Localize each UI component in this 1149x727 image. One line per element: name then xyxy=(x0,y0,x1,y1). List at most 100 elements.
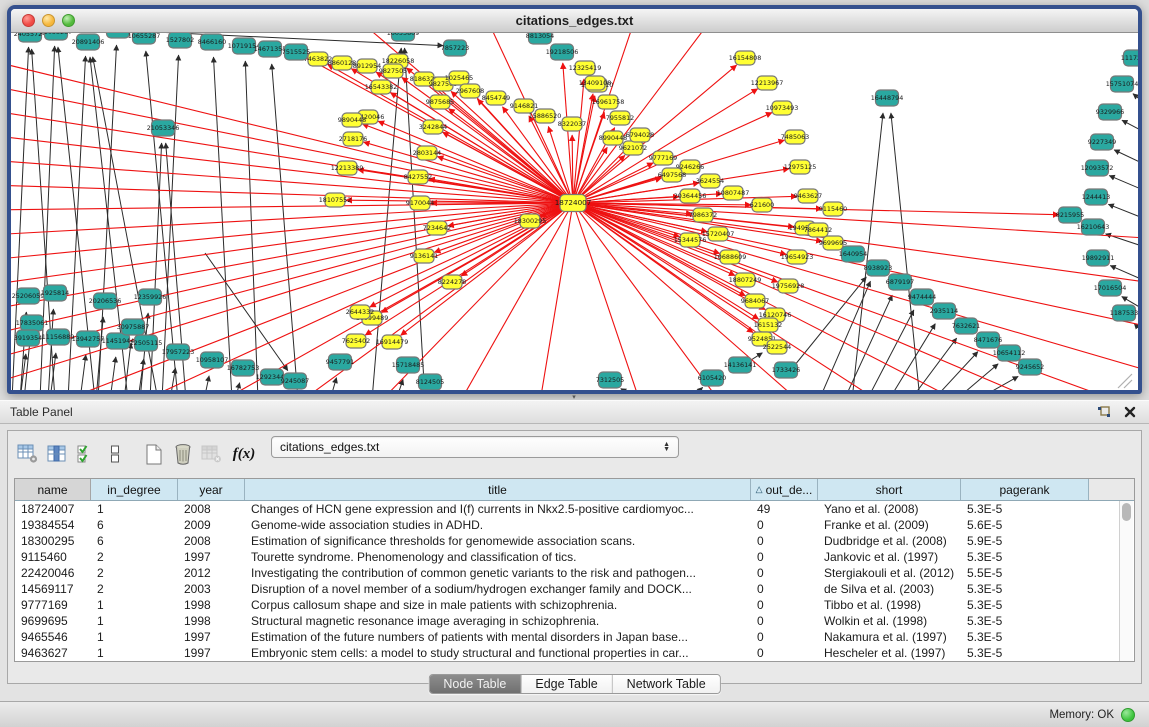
table-cell[interactable]: 2 xyxy=(91,550,178,564)
table-cell[interactable]: 2 xyxy=(91,582,178,596)
table-cell[interactable]: 0 xyxy=(751,614,818,628)
table-row[interactable]: 2242004622012Investigating the contribut… xyxy=(15,565,1134,581)
table-cell[interactable]: Embryonic stem cells: a model to study s… xyxy=(245,646,751,660)
table-scrollbar-thumb[interactable] xyxy=(1122,503,1131,521)
table-cell[interactable]: 0 xyxy=(751,566,818,580)
table-cell[interactable]: 18724007 xyxy=(15,502,91,516)
table-cell[interactable]: 9777169 xyxy=(15,598,91,612)
table-cell[interactable]: 5.6E-5 xyxy=(961,518,1089,532)
create-table-icon[interactable] xyxy=(140,441,167,467)
table-cell[interactable]: Structural magnetic resonance image aver… xyxy=(245,614,751,628)
table-cell[interactable]: 14569117 xyxy=(15,582,91,596)
table-cell[interactable]: 1998 xyxy=(178,614,245,628)
delete-columns-icon[interactable] xyxy=(198,441,225,467)
table-cell[interactable]: 6 xyxy=(91,518,178,532)
select-columns-icon[interactable] xyxy=(72,441,99,467)
table-cell[interactable]: 5.3E-5 xyxy=(961,598,1089,612)
table-cell[interactable]: Changes of HCN gene expression and I(f) … xyxy=(245,502,751,516)
table-row[interactable]: 1872400712008Changes of HCN gene express… xyxy=(15,501,1134,517)
table-cell[interactable]: 9465546 xyxy=(15,630,91,644)
table-row[interactable]: 1456911722003Disruption of a novel membe… xyxy=(15,581,1134,597)
table-cell[interactable]: 5.5E-5 xyxy=(961,566,1089,580)
table-cell[interactable]: Franke et al. (2009) xyxy=(818,518,961,532)
close-panel-icon[interactable] xyxy=(1121,404,1139,420)
table-cell[interactable]: 0 xyxy=(751,582,818,596)
table-cell[interactable]: 1997 xyxy=(178,646,245,660)
table-cell[interactable]: 5.3E-5 xyxy=(961,502,1089,516)
tab-network-table[interactable]: Network Table xyxy=(613,675,720,693)
table-cell[interactable]: 9463627 xyxy=(15,646,91,660)
table-row[interactable]: 946554611997Estimation of the future num… xyxy=(15,629,1134,645)
table-cell[interactable]: 0 xyxy=(751,630,818,644)
close-window-button[interactable] xyxy=(22,14,35,27)
table-row[interactable]: 969969511998Structural magnetic resonanc… xyxy=(15,613,1134,629)
table-cell[interactable]: 1998 xyxy=(178,598,245,612)
table-cell[interactable]: Genome-wide association studies in ADHD. xyxy=(245,518,751,532)
table-cell[interactable]: 2 xyxy=(91,566,178,580)
minimize-window-button[interactable] xyxy=(42,14,55,27)
table-options-icon[interactable] xyxy=(14,441,41,467)
table-cell[interactable]: 1 xyxy=(91,646,178,660)
table-cell[interactable]: 1997 xyxy=(178,630,245,644)
rows-icon[interactable] xyxy=(101,441,128,467)
table-cell[interactable]: 2009 xyxy=(178,518,245,532)
table-selector-dropdown[interactable]: citations_edges.txt ▲▼ xyxy=(271,436,679,458)
column-header-title[interactable]: title xyxy=(245,479,751,500)
table-cell[interactable]: 49 xyxy=(751,502,818,516)
table-cell[interactable]: Wolkin et al. (1998) xyxy=(818,614,961,628)
float-panel-icon[interactable] xyxy=(1095,404,1113,420)
table-cell[interactable]: Investigating the contribution of common… xyxy=(245,566,751,580)
table-cell[interactable]: 2003 xyxy=(178,582,245,596)
table-cell[interactable]: 22420046 xyxy=(15,566,91,580)
table-cell[interactable]: 5.9E-5 xyxy=(961,534,1089,548)
table-cell[interactable]: Tibbo et al. (1998) xyxy=(818,598,961,612)
column-header-indegree[interactable]: in_degree xyxy=(91,479,178,500)
show-columns-icon[interactable] xyxy=(43,441,70,467)
table-cell[interactable]: Disruption of a novel member of a sodium… xyxy=(245,582,751,596)
tab-node-table[interactable]: Node Table xyxy=(429,675,521,693)
table-cell[interactable]: Hescheler et al. (1997) xyxy=(818,646,961,660)
canvas-resize-grip[interactable] xyxy=(1118,374,1132,388)
table-cell[interactable]: 9115460 xyxy=(15,550,91,564)
delete-table-icon[interactable] xyxy=(169,441,196,467)
table-cell[interactable]: 1 xyxy=(91,502,178,516)
column-header-year[interactable]: year xyxy=(178,479,245,500)
column-header-short[interactable]: short xyxy=(818,479,961,500)
table-cell[interactable]: 0 xyxy=(751,550,818,564)
table-cell[interactable]: 19384554 xyxy=(15,518,91,532)
table-cell[interactable]: 5.3E-5 xyxy=(961,582,1089,596)
table-cell[interactable]: Nakamura et al. (1997) xyxy=(818,630,961,644)
window-titlebar[interactable]: citations_edges.txt xyxy=(11,9,1138,33)
memory-status-indicator[interactable] xyxy=(1121,708,1135,722)
table-cell[interactable]: Stergiakouli et al. (2012) xyxy=(818,566,961,580)
table-row[interactable]: 1830029562008Estimation of significance … xyxy=(15,533,1134,549)
panel-resize-grip[interactable]: ▾ xyxy=(567,395,581,400)
table-cell[interactable]: 5.3E-5 xyxy=(961,550,1089,564)
table-cell[interactable]: 6 xyxy=(91,534,178,548)
table-row[interactable]: 977716911998Corpus callosum shape and si… xyxy=(15,597,1134,613)
network-canvas[interactable]: 1872400774638228860128891295418226058982… xyxy=(11,33,1138,390)
tab-edge-table[interactable]: Edge Table xyxy=(521,675,612,693)
table-cell[interactable]: 1 xyxy=(91,598,178,612)
table-cell[interactable]: 5.3E-5 xyxy=(961,646,1089,660)
table-row[interactable]: 1938455462009Genome-wide association stu… xyxy=(15,517,1134,533)
table-cell[interactable]: Estimation of significance thresholds fo… xyxy=(245,534,751,548)
table-cell[interactable]: Dudbridge et al. (2008) xyxy=(818,534,961,548)
table-cell[interactable]: Tourette syndrome. Phenomenology and cla… xyxy=(245,550,751,564)
table-cell[interactable]: Corpus callosum shape and size in male p… xyxy=(245,598,751,612)
column-header-name[interactable]: name xyxy=(15,479,91,500)
table-cell[interactable]: 0 xyxy=(751,518,818,532)
table-scrollbar[interactable] xyxy=(1119,501,1133,661)
table-cell[interactable]: 5.3E-5 xyxy=(961,630,1089,644)
table-row[interactable]: 911546021997Tourette syndrome. Phenomeno… xyxy=(15,549,1134,565)
table-cell[interactable]: 2008 xyxy=(178,534,245,548)
table-cell[interactable]: Estimation of the future numbers of pati… xyxy=(245,630,751,644)
zoom-window-button[interactable] xyxy=(62,14,75,27)
table-cell[interactable]: Yano et al. (2008) xyxy=(818,502,961,516)
table-cell[interactable]: 18300295 xyxy=(15,534,91,548)
table-cell[interactable]: 2008 xyxy=(178,502,245,516)
table-cell[interactable]: 1997 xyxy=(178,550,245,564)
table-cell[interactable]: 1 xyxy=(91,614,178,628)
table-row[interactable]: 946362711997Embryonic stem cells: a mode… xyxy=(15,645,1134,661)
table-cell[interactable]: 2012 xyxy=(178,566,245,580)
